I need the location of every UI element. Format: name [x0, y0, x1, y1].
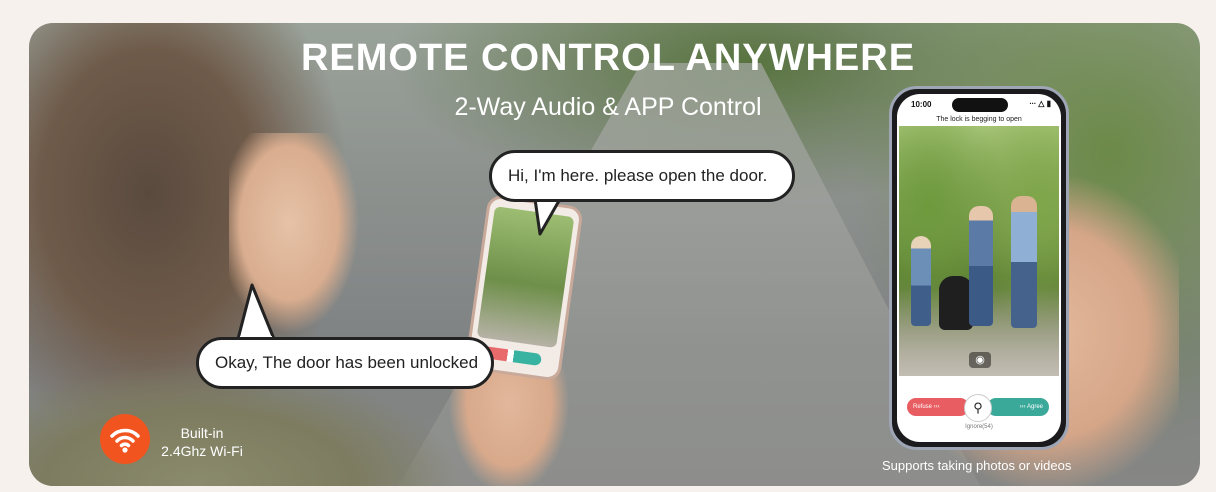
- status-icons: ∙∙∙ △ ▮: [1029, 99, 1051, 108]
- wifi-line-2: 2.4Ghz Wi-Fi: [161, 443, 243, 459]
- owner-bubble-tail: [236, 283, 276, 341]
- camera-icon[interactable]: ◉: [969, 352, 991, 368]
- key-icon[interactable]: ⚲: [964, 394, 992, 422]
- doorbell-app-phone: 10:00 ∙∙∙ △ ▮ The lock is begging to ope…: [889, 86, 1069, 450]
- visitor-speech-bubble: Hi, I'm here. please open the door.: [489, 150, 795, 202]
- status-time: 10:00: [911, 100, 932, 109]
- answer-controls: Refuse ‹‹‹ ››› Agree ⚲: [907, 394, 1049, 422]
- refuse-button[interactable]: Refuse ‹‹‹: [907, 398, 969, 416]
- agree-button[interactable]: ››› Agree: [987, 398, 1049, 416]
- child-figure: [911, 236, 931, 326]
- page-title: REMOTE CONTROL ANYWHERE: [300, 37, 916, 79]
- photo-video-caption: Supports taking photos or videos: [882, 458, 1072, 473]
- ignore-button[interactable]: Ignore(54): [897, 424, 1061, 430]
- phone-screen: 10:00 ∙∙∙ △ ▮ The lock is begging to ope…: [897, 94, 1061, 442]
- wifi-feature-label: Built-in 2.4Ghz Wi-Fi: [156, 424, 248, 460]
- man-figure: [1011, 196, 1037, 328]
- camera-title: The lock is begging to open: [936, 116, 1022, 123]
- woman-figure: [969, 206, 993, 326]
- camera-feed: ◉: [899, 126, 1059, 376]
- wifi-line-1: Built-in: [180, 425, 224, 441]
- owner-speech-bubble: Okay, The door has been unlocked: [196, 337, 494, 389]
- dynamic-island: [952, 98, 1008, 112]
- wifi-icon: [100, 414, 150, 464]
- dog-figure: [939, 276, 973, 330]
